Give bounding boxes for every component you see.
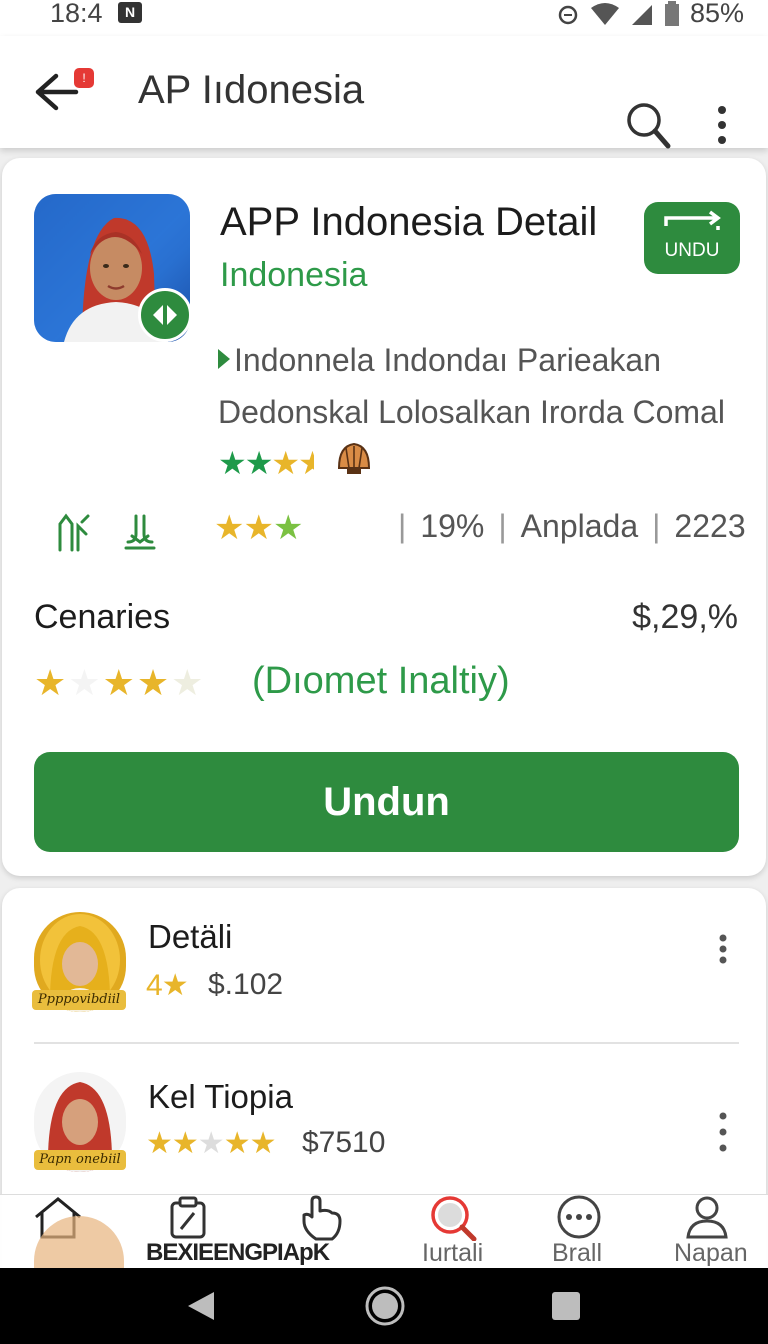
nav-label-profile[interactable]: Napan	[674, 1239, 748, 1268]
install-button[interactable]: Undun	[34, 752, 739, 852]
nav-item-profile[interactable]	[684, 1195, 730, 1244]
alarm-icon	[558, 5, 578, 24]
app-title: APP Indonesia Detail	[220, 200, 598, 244]
list-item-rating-stars: ★★★★★	[146, 1127, 276, 1160]
verified-badge-icon	[138, 288, 192, 342]
more-circle-icon	[557, 1195, 601, 1239]
developer-link[interactable]: Indonesia	[220, 256, 367, 295]
status-icons: 85%	[556, 0, 744, 29]
list-item-rating-value: 4	[146, 969, 163, 1002]
description-line-2: Dedonskal Lolosalkan Irorda Comal	[218, 394, 725, 430]
category-rating-stars: ★★★★★	[34, 662, 206, 703]
home-circle-icon[interactable]	[364, 1285, 406, 1327]
more-vert-icon[interactable]	[714, 1112, 732, 1152]
list-item-ribbon: Ppppovibdiil	[32, 990, 126, 1010]
swap-icon	[664, 210, 721, 230]
list-item-title[interactable]: Kel Tiopia	[148, 1078, 293, 1116]
app-bar: ! AP Iıdonesia	[0, 36, 768, 149]
stats-count: 2223	[674, 508, 746, 544]
stats-stars: ★★★	[214, 509, 303, 547]
notification-icon: N	[118, 2, 142, 23]
list-item-price: $7510	[302, 1126, 386, 1159]
nav-item-more[interactable]	[554, 1195, 604, 1244]
shell-icon	[337, 442, 370, 474]
price-label: $,29,%	[632, 598, 738, 636]
back-badge: !	[74, 68, 94, 88]
nav-label-search[interactable]: Iurtali	[422, 1239, 483, 1268]
nav-item-hand[interactable]	[298, 1195, 346, 1246]
status-bar: 18:4 N 85%	[0, 0, 768, 36]
rating-note: (Dıomet Inaltiy)	[252, 660, 510, 702]
battery-icon	[664, 0, 679, 26]
recents-square-icon[interactable]	[550, 1290, 582, 1322]
play-marker-icon	[218, 349, 230, 369]
signal-icon	[631, 4, 652, 25]
hand-icon	[302, 1195, 342, 1241]
stats-icons	[56, 512, 158, 552]
search-icon[interactable]	[624, 100, 672, 152]
nav-item-clipboard[interactable]	[168, 1195, 208, 1244]
search-icon	[431, 1196, 477, 1242]
open-button[interactable]: UNDU	[644, 202, 740, 274]
description-text-1: Indonnela Indondaı Parieakan	[234, 342, 662, 378]
list-item-ribbon: Papn onebiil	[34, 1150, 126, 1170]
stats-label: Anplada	[520, 508, 639, 544]
system-navigation	[0, 1268, 768, 1344]
list-divider	[34, 1042, 739, 1044]
back-triangle-icon[interactable]	[182, 1288, 218, 1324]
person-icon	[686, 1196, 728, 1239]
stats-percent: 19%	[420, 508, 485, 544]
wifi-icon	[590, 2, 619, 25]
nav-label-more[interactable]: Brall	[552, 1239, 602, 1268]
list-item-rating: 4★	[146, 969, 189, 1002]
list-item-title[interactable]: Detäli	[148, 918, 232, 956]
trend-up-icon[interactable]	[56, 512, 92, 552]
more-vert-icon[interactable]	[714, 934, 732, 964]
battery-percent: 85%	[689, 0, 744, 28]
open-button-label: UNDU	[664, 240, 720, 261]
status-time: 18:4	[50, 0, 103, 28]
page-title: AP Iıdonesia	[138, 68, 365, 112]
list-item-price: $.102	[208, 968, 284, 1001]
category-label: Cenaries	[34, 598, 171, 636]
download-icon[interactable]	[122, 512, 158, 552]
app-rating-stars: ★★★★	[218, 440, 373, 482]
clipboard-icon	[170, 1196, 206, 1239]
stats-text: | 19% | Anplada | 2223	[398, 508, 746, 544]
more-vert-icon[interactable]	[712, 106, 732, 146]
description-line-1: Indonnela Indondaı Parieakan	[218, 342, 661, 379]
